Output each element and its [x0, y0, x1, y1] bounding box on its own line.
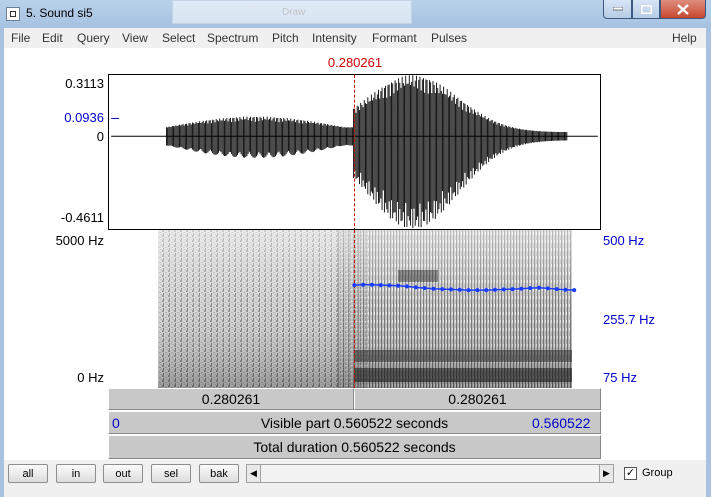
pitch-point — [510, 287, 515, 292]
minimize-icon — [612, 7, 623, 11]
pitch-top-label: 500 Hz — [603, 233, 645, 248]
visible-part-label: Visible part 0.560522 seconds — [260, 414, 449, 431]
window-border — [706, 28, 711, 497]
waveform-samples — [165, 75, 568, 229]
pitch-point — [413, 285, 418, 290]
zoom-back-button[interactable]: bak — [199, 464, 239, 483]
pitch-cursor-label: 255.7 Hz — [603, 312, 656, 327]
pitch-point — [563, 287, 568, 292]
visible-start-label: 0 — [112, 415, 120, 431]
zoom-out-button[interactable]: out — [103, 464, 143, 483]
zoom-in-button[interactable]: in — [56, 464, 96, 483]
pitch-point — [537, 285, 541, 290]
pitch-point — [431, 286, 436, 291]
pitch-point — [501, 287, 506, 292]
menu-pulses[interactable]: Pulses — [431, 31, 467, 45]
menu-edit[interactable]: Edit — [42, 31, 63, 45]
pitch-point — [554, 287, 559, 292]
maximize-icon — [640, 4, 652, 14]
spectrogram-low-band — [354, 368, 572, 382]
pitch-point — [545, 286, 550, 291]
pitch-point — [352, 283, 357, 288]
close-icon — [677, 3, 689, 15]
menu-select[interactable]: Select — [162, 31, 195, 45]
maximize-button[interactable] — [632, 0, 660, 19]
scroll-left-arrow-icon[interactable]: ◀ — [246, 464, 261, 483]
pitch-point — [405, 284, 409, 289]
menu-spectrum[interactable]: Spectrum — [207, 31, 258, 45]
close-button[interactable] — [660, 0, 706, 19]
visible-end-label: 0.560522 — [532, 415, 591, 431]
pitch-point — [449, 287, 453, 292]
spectrogram-shading — [158, 230, 572, 388]
pitch-point — [369, 282, 374, 287]
pitch-point — [378, 283, 383, 288]
pitch-point — [519, 286, 524, 291]
segment-right-bar[interactable]: 0.280261 — [354, 388, 601, 410]
zoom-selection-button[interactable]: sel — [151, 464, 191, 483]
pitch-point — [387, 283, 392, 288]
pitch-point — [396, 283, 401, 288]
segment-left-duration: 0.280261 — [201, 391, 261, 407]
horizontal-scrollbar[interactable] — [246, 464, 614, 483]
pitch-point — [457, 287, 462, 292]
pitch-point — [422, 286, 427, 291]
waveform-max-label: 0.3113 — [65, 76, 104, 91]
pitch-point — [361, 282, 366, 287]
scroll-right-arrow-icon[interactable]: ▶ — [599, 464, 614, 483]
menu-help[interactable]: Help — [672, 31, 697, 45]
minimize-button[interactable] — [603, 0, 632, 19]
zoom-all-button[interactable]: all — [8, 464, 48, 483]
waveform-cursor-value-label: 0.0936 — [64, 110, 104, 125]
visible-part-bar[interactable]: Visible part 0.560522 seconds — [108, 411, 601, 434]
pitch-point — [572, 288, 577, 293]
spectrogram-bottom-label: 0 Hz — [77, 370, 104, 385]
window-title: 5. Sound si5 — [26, 6, 93, 20]
waveform-zero-label: 0 — [96, 129, 104, 144]
group-label: Group — [642, 467, 673, 479]
spectrogram-top-label: 5000 Hz — [55, 233, 104, 248]
group-checkbox[interactable]: ✓ — [624, 467, 637, 480]
spectrogram-high-formant — [398, 270, 438, 282]
pitch-point — [440, 287, 445, 292]
pitch-point — [493, 287, 497, 292]
waveform-trace — [165, 75, 568, 229]
total-duration-label: Total duration 0.560522 seconds — [253, 439, 456, 455]
pitch-bottom-label: 75 Hz — [603, 370, 637, 385]
menu-query[interactable]: Query — [77, 31, 110, 45]
menu-intensity[interactable]: Intensity — [312, 31, 357, 45]
waveform-panel[interactable] — [108, 74, 601, 230]
spectrogram-formant-band — [354, 350, 572, 362]
total-duration-bar[interactable]: Total duration 0.560522 seconds — [108, 435, 601, 459]
pitch-point — [484, 288, 489, 293]
pitch-point — [466, 288, 471, 293]
waveform-min-label: -0.4611 — [60, 210, 104, 225]
background-dialog-title: Draw — [282, 7, 306, 18]
cursor-time-label: 0.280261 — [327, 55, 383, 70]
checkmark-icon: ✓ — [625, 467, 636, 479]
pitch-point — [528, 286, 533, 291]
menu-formant[interactable]: Formant — [372, 31, 417, 45]
menu-file[interactable]: File — [11, 31, 30, 45]
pitch-point — [475, 288, 480, 293]
window-icon — [6, 7, 20, 21]
menu-pitch[interactable]: Pitch — [272, 31, 299, 45]
segment-right-duration: 0.280261 — [448, 391, 507, 407]
menu-view[interactable]: View — [122, 31, 148, 45]
segment-left-bar[interactable]: 0.280261 — [108, 388, 354, 410]
spectrogram-panel[interactable] — [108, 230, 601, 388]
menu-bar: File Edit Query View Select Spectrum Pit… — [4, 28, 706, 49]
